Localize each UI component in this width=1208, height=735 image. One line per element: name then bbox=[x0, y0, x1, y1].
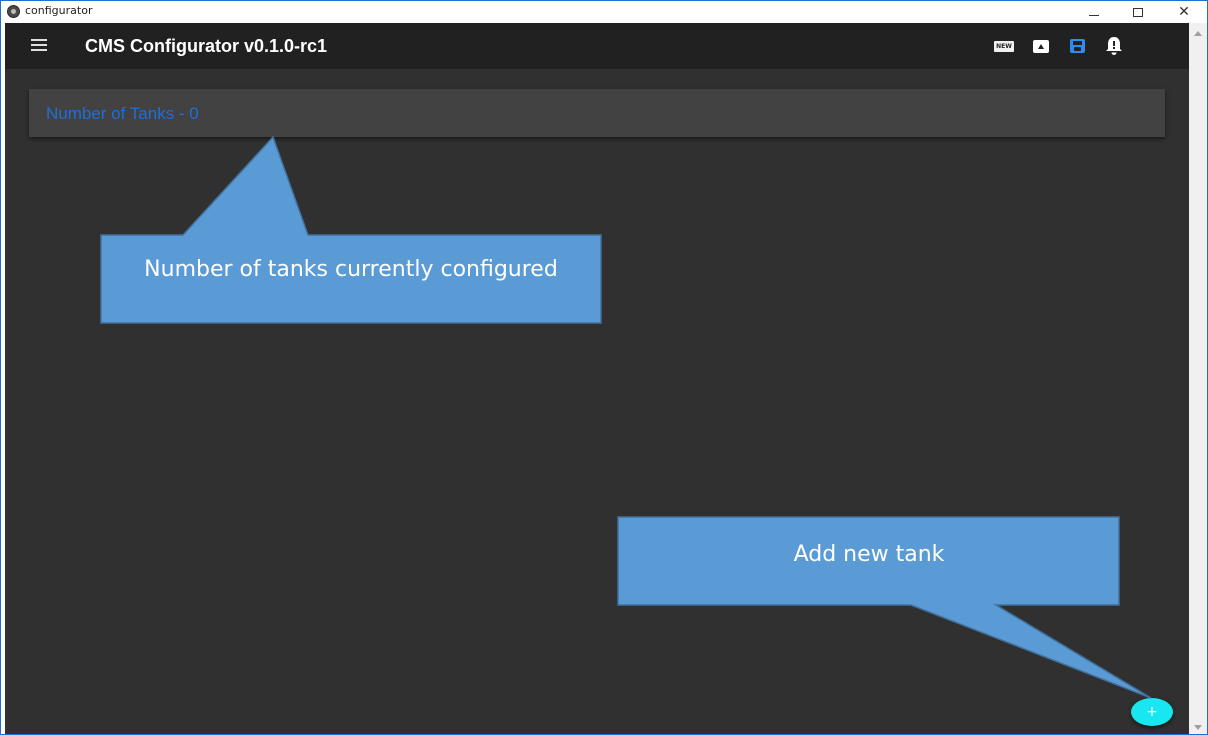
scroll-down-arrow-icon[interactable] bbox=[1194, 725, 1202, 730]
tanks-count-label: Number of Tanks - 0 bbox=[46, 104, 199, 123]
window-title: configurator bbox=[25, 4, 93, 17]
app-logo-icon bbox=[7, 5, 20, 18]
maximize-icon bbox=[1133, 7, 1143, 17]
close-icon: ✕ bbox=[1178, 4, 1190, 20]
minimize-icon bbox=[1089, 14, 1099, 16]
vertical-scrollbar[interactable] bbox=[1189, 23, 1207, 734]
maximize-button[interactable] bbox=[1115, 1, 1161, 23]
add-tank-callout-text: Add new tank bbox=[793, 542, 945, 567]
add-tank-button[interactable]: + bbox=[1131, 698, 1173, 726]
main-content: Number of Tanks - 0 bbox=[5, 69, 1189, 734]
close-button[interactable]: ✕ bbox=[1161, 1, 1207, 23]
scroll-up-arrow-icon[interactable] bbox=[1194, 31, 1202, 36]
tanks-callout-text: Number of tanks currently configured bbox=[144, 257, 558, 282]
new-file-icon[interactable]: NEW bbox=[993, 35, 1015, 57]
minimize-button[interactable] bbox=[1071, 1, 1117, 23]
notification-bell-icon[interactable] bbox=[1103, 35, 1125, 57]
hamburger-menu-icon[interactable] bbox=[31, 39, 47, 51]
plus-icon: + bbox=[1146, 704, 1158, 720]
app-toolbar: CMS Configurator v0.1.0-rc1 NEW bbox=[5, 23, 1189, 69]
app-title: CMS Configurator v0.1.0-rc1 bbox=[85, 36, 328, 56]
tanks-summary-panel[interactable]: Number of Tanks - 0 bbox=[29, 89, 1165, 137]
save-icon[interactable] bbox=[1067, 35, 1087, 57]
open-folder-icon[interactable] bbox=[1031, 35, 1051, 57]
application-window: configurator ✕ CMS Configurator v0.1.0-r… bbox=[0, 0, 1208, 735]
new-label: NEW bbox=[994, 40, 1014, 52]
window-titlebar[interactable]: configurator ✕ bbox=[1, 1, 1207, 23]
